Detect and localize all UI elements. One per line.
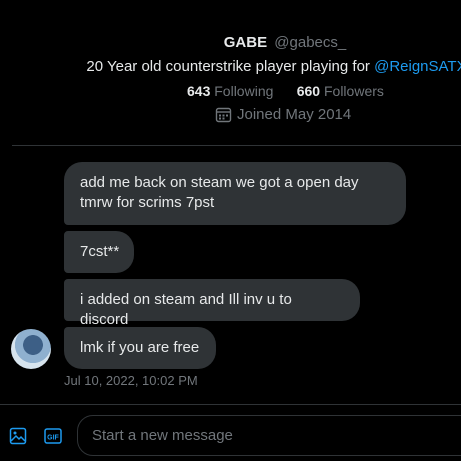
gif-button[interactable]: GIF [43,426,63,446]
message-bubble[interactable]: add me back on steam we got a open day t… [64,162,406,225]
followers-label: Followers [323,83,384,99]
message-input[interactable] [90,426,454,445]
profile-name[interactable]: GABE [224,34,267,51]
message-composer[interactable] [77,415,461,456]
image-icon [9,427,27,445]
message-bubble[interactable]: 7cst** [64,231,134,273]
following-link[interactable]: 643 Following [187,83,273,99]
following-label: Following [214,83,274,99]
followers-link[interactable]: 660 Followers [297,83,384,99]
joined-text: Joined May 2014 [237,106,352,123]
profile-bio: 20 Year old counterstrike player playing… [0,58,461,75]
avatar[interactable] [11,329,51,369]
svg-text:GIF: GIF [47,434,59,441]
profile-header: GABE @gabecs_ [0,34,461,51]
header-divider [12,145,461,146]
composer-divider [0,404,461,405]
following-count: 643 [187,83,211,99]
message-bubble[interactable]: lmk if you are free [64,327,216,369]
bio-mention-link[interactable]: @ReignSATX [374,58,461,75]
bio-text: 20 Year old counterstrike player playing… [86,58,375,75]
gif-icon: GIF [44,428,62,444]
joined-date: Joined May 2014 [215,106,351,123]
message-timestamp: Jul 10, 2022, 10:02 PM [64,373,198,388]
message-bubble[interactable]: i added on steam and Ill inv u to discor… [64,279,360,328]
profile-handle: @gabecs_ [274,34,347,51]
calendar-icon [215,107,232,123]
profile-stats: 643 Following 660 Followers [187,83,384,99]
media-button[interactable] [8,426,28,446]
followers-count: 660 [296,83,321,99]
